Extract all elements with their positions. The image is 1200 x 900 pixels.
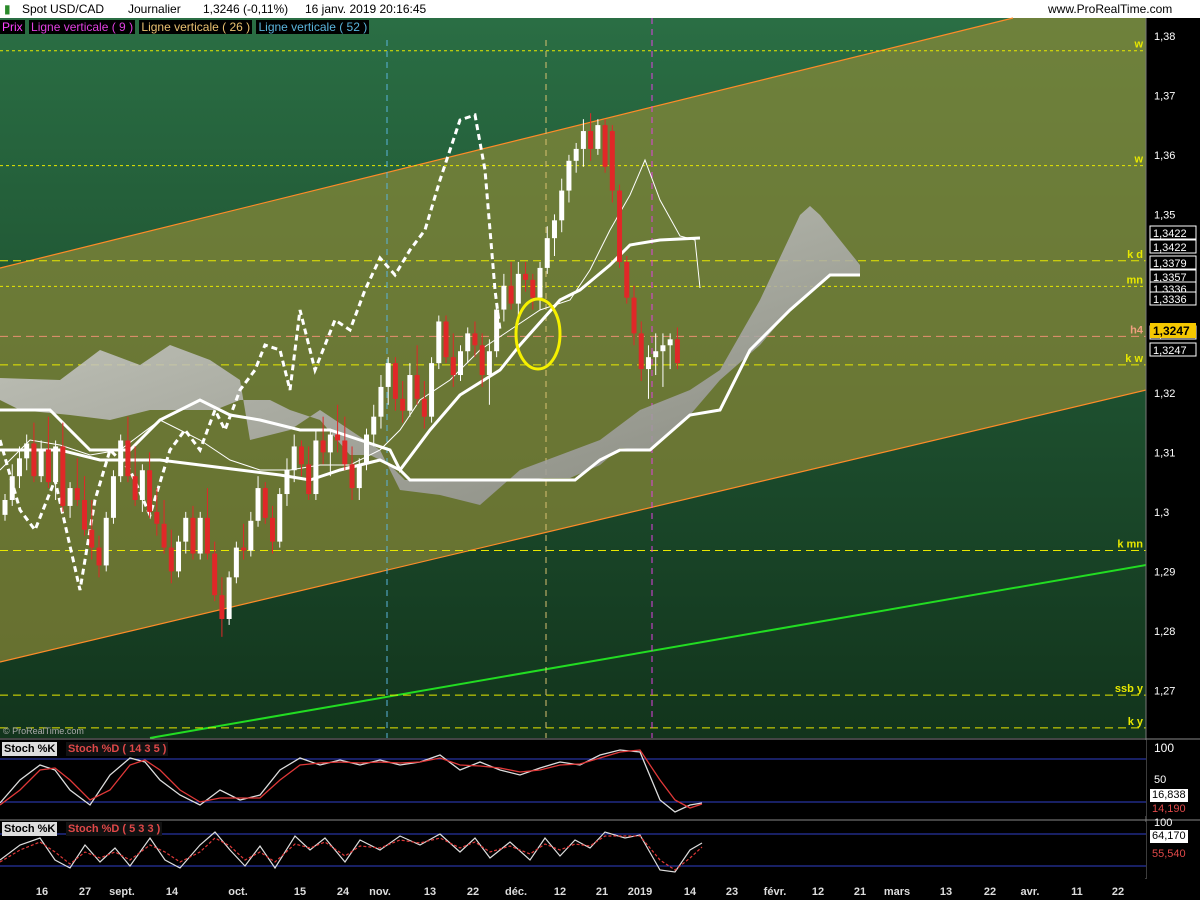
- x-tick-6: 24: [337, 886, 350, 898]
- candle-83: [602, 119, 608, 173]
- candle-50: [364, 428, 369, 471]
- indicator-legend: Prix Ligne verticale ( 9 ) Ligne vertica…: [0, 19, 370, 36]
- y-tick-6: 1,32: [1154, 388, 1175, 400]
- candle-61: [443, 315, 449, 364]
- x-tick-8: 13: [424, 886, 436, 898]
- stoch1-d-value: 14,190: [1150, 803, 1188, 816]
- last-price-box: 1,3247: [1150, 323, 1196, 338]
- price-box-0: 1,3422: [1149, 225, 1197, 240]
- x-tick-2: sept.: [109, 886, 135, 898]
- legend-line-26[interactable]: Ligne verticale ( 26 ): [139, 20, 253, 34]
- stoch1-title[interactable]: Stoch %K: [2, 742, 58, 756]
- stoch2-title[interactable]: Stoch %K: [2, 822, 58, 836]
- svg-text:1,3247: 1,3247: [1153, 324, 1190, 338]
- candle-24: [176, 535, 182, 578]
- y-tick-10: 1,28: [1154, 626, 1175, 638]
- candle-16: [118, 434, 124, 483]
- legend-prix[interactable]: Prix: [0, 20, 25, 34]
- watermark: © ProRealTime.com: [3, 726, 84, 736]
- stoch2-d-value: 55,540: [1150, 848, 1188, 861]
- level-label-3: mn: [1127, 274, 1144, 286]
- x-tick-23: 11: [1071, 886, 1083, 898]
- y-tick-9: 1,29: [1154, 566, 1175, 578]
- svg-text:1,3336: 1,3336: [1153, 294, 1187, 306]
- x-tick-10: déc.: [505, 886, 527, 898]
- level-label-2: k d: [1127, 249, 1143, 261]
- svg-text:1,3422: 1,3422: [1153, 228, 1187, 240]
- stoch2-title-d[interactable]: Stoch %D ( 5 3 3 ): [66, 822, 163, 836]
- x-tick-13: 2019: [628, 886, 652, 898]
- level-label-1: w: [1133, 154, 1143, 166]
- price-box-7: 1,3247: [1149, 342, 1197, 357]
- x-tick-24: 22: [1112, 886, 1124, 898]
- level-label-7: ssb y: [1115, 683, 1144, 695]
- candle-38: [277, 488, 283, 548]
- candle-86: [624, 256, 630, 304]
- price-box-2: 1,3379: [1149, 255, 1197, 270]
- y-tick-11: 1,27: [1154, 685, 1175, 697]
- x-tick-4: oct.: [228, 886, 248, 898]
- x-tick-12: 21: [596, 886, 608, 898]
- legend-line-52[interactable]: Ligne verticale ( 52 ): [256, 20, 370, 34]
- stoch2-level-100: 100: [1154, 817, 1172, 829]
- x-tick-22: avr.: [1021, 886, 1040, 898]
- y-tick-2: 1,36: [1154, 150, 1175, 162]
- level-label-4: h4: [1130, 324, 1144, 336]
- stoch1-level-100: 100: [1154, 741, 1174, 755]
- x-tick-5: 15: [294, 886, 306, 898]
- x-tick-11: 12: [554, 886, 566, 898]
- stoch1-title-d[interactable]: Stoch %D ( 14 3 5 ): [66, 742, 169, 756]
- price-chart[interactable]: w w k d mn h4 k w k mn ssb y k y © ProRealTime.c…: [0, 0, 1200, 900]
- stoch2-bg: [0, 822, 1146, 878]
- svg-text:1,3247: 1,3247: [1153, 345, 1187, 357]
- x-tick-17: 12: [812, 886, 824, 898]
- svg-text:1,3379: 1,3379: [1153, 258, 1187, 270]
- candle-14: [103, 511, 109, 572]
- x-tick-15: 23: [726, 886, 738, 898]
- x-tick-0: 16: [36, 886, 48, 898]
- y-tick-7: 1,31: [1154, 447, 1175, 459]
- candle-15: [110, 470, 116, 524]
- candle-60: [436, 315, 442, 370]
- candle-31: [226, 571, 232, 625]
- x-tick-14: 14: [684, 886, 697, 898]
- x-tick-9: 22: [467, 886, 479, 898]
- level-label-6: k mn: [1117, 539, 1143, 551]
- price-box-5: 1,3336: [1149, 291, 1197, 306]
- candle-59: [429, 357, 435, 423]
- x-tick-20: 13: [940, 886, 952, 898]
- candle-27: [197, 511, 203, 560]
- y-tick-8: 1,3: [1154, 507, 1169, 519]
- x-tick-18: 21: [854, 886, 866, 898]
- x-tick-7: nov.: [369, 886, 391, 898]
- x-tick-21: 22: [984, 886, 996, 898]
- y-tick-1: 1,37: [1154, 90, 1175, 102]
- legend-line-9[interactable]: Ligne verticale ( 9 ): [29, 20, 136, 34]
- y-tick-3: 1,35: [1154, 209, 1175, 221]
- svg-text:1,3422: 1,3422: [1153, 242, 1187, 254]
- x-tick-3: 14: [166, 886, 179, 898]
- y-tick-0: 1,38: [1154, 31, 1175, 43]
- candle-68: [494, 303, 500, 358]
- level-label-0: w: [1133, 39, 1143, 51]
- stoch2-k-value: 64,170: [1150, 830, 1188, 843]
- x-tick-1: 27: [79, 886, 91, 898]
- candle-36: [262, 482, 268, 524]
- level-label-5: k w: [1125, 353, 1143, 365]
- x-tick-16: févr.: [764, 886, 787, 898]
- level-label-8: k y: [1128, 716, 1144, 728]
- stoch1-bg: [0, 740, 1146, 816]
- stoch1-k-value: 16,838: [1150, 789, 1188, 802]
- stoch1-level-50: 50: [1154, 774, 1166, 786]
- price-box-1: 1,3422: [1149, 239, 1197, 254]
- x-tick-19: mars: [884, 886, 910, 898]
- candle-85: [617, 184, 623, 268]
- candle-32: [233, 541, 239, 584]
